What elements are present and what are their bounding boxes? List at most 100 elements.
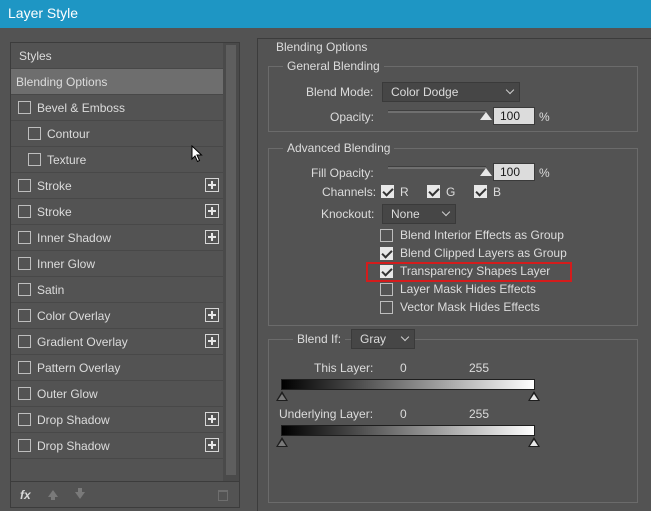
styles-list: Styles Blending Options Bevel & Emboss Con… bbox=[11, 43, 223, 481]
move-up-icon[interactable] bbox=[48, 490, 58, 500]
style-item-checkbox[interactable] bbox=[18, 439, 31, 452]
style-item-label: Inner Shadow bbox=[37, 231, 112, 245]
fill-opacity-unit: % bbox=[539, 166, 550, 180]
style-item-gradient-overlay[interactable]: Gradient Overlay bbox=[11, 329, 223, 355]
styles-toolbar: fx bbox=[11, 481, 239, 507]
fill-opacity-input[interactable]: 100 bbox=[493, 163, 535, 181]
add-effect-icon[interactable] bbox=[205, 412, 219, 426]
style-item-label: Contour bbox=[47, 127, 90, 141]
underlying-layer-max: 255 bbox=[469, 407, 490, 421]
style-item-checkbox[interactable] bbox=[18, 101, 31, 114]
fill-opacity-slider-track[interactable] bbox=[388, 166, 486, 169]
underlying-layer-white-slider[interactable] bbox=[528, 437, 540, 447]
style-item-label: Drop Shadow bbox=[37, 439, 110, 453]
style-item-drop-shadow[interactable]: Drop Shadow bbox=[11, 407, 223, 433]
trash-icon[interactable] bbox=[218, 490, 228, 501]
fill-opacity-slider-thumb[interactable] bbox=[480, 168, 492, 176]
blend-if-value: Gray bbox=[360, 332, 387, 346]
mouse-cursor-icon bbox=[191, 145, 203, 163]
style-item-checkbox[interactable] bbox=[18, 231, 31, 244]
style-item-checkbox[interactable] bbox=[18, 361, 31, 374]
option-blend-interior-effects-as-group-checkbox[interactable] bbox=[380, 229, 393, 242]
style-item-outer-glow[interactable]: Outer Glow bbox=[11, 381, 223, 407]
style-item-label: Outer Glow bbox=[37, 387, 98, 401]
style-item-stroke[interactable]: Stroke bbox=[11, 199, 223, 225]
option-vector-mask-hides-effects-checkbox[interactable] bbox=[380, 301, 393, 314]
style-item-blending-options[interactable]: Blending Options bbox=[11, 69, 223, 95]
this-layer-min: 0 bbox=[400, 361, 407, 375]
blend-if-select[interactable]: Gray bbox=[351, 329, 415, 349]
blend-mode-select[interactable]: Color Dodge bbox=[382, 82, 520, 102]
style-item-inner-glow[interactable]: Inner Glow bbox=[11, 251, 223, 277]
style-item-label: Bevel & Emboss bbox=[37, 101, 126, 115]
opacity-slider-track[interactable] bbox=[388, 110, 486, 113]
styles-header-label: Styles bbox=[19, 49, 52, 63]
opacity-input[interactable]: 100 bbox=[493, 107, 535, 125]
channel-r-label: R bbox=[400, 185, 409, 199]
blend-mode-label: Blend Mode: bbox=[306, 85, 374, 99]
this-layer-white-slider[interactable] bbox=[528, 391, 540, 401]
styles-scrollbar[interactable] bbox=[223, 43, 239, 481]
style-item-checkbox[interactable] bbox=[18, 283, 31, 296]
opacity-slider-thumb[interactable] bbox=[480, 112, 492, 120]
chevron-down-icon bbox=[400, 332, 410, 342]
style-item-bevel-and-emboss[interactable]: Bevel & Emboss bbox=[11, 95, 223, 121]
style-item-checkbox[interactable] bbox=[18, 205, 31, 218]
style-item-contour[interactable]: Contour bbox=[11, 121, 223, 147]
style-item-checkbox[interactable] bbox=[18, 257, 31, 270]
style-item-checkbox[interactable] bbox=[28, 153, 41, 166]
style-item-label: Stroke bbox=[37, 205, 72, 219]
this-layer-black-slider[interactable] bbox=[276, 391, 288, 401]
style-item-pattern-overlay[interactable]: Pattern Overlay bbox=[11, 355, 223, 381]
style-item-inner-shadow[interactable]: Inner Shadow bbox=[11, 225, 223, 251]
style-item-label: Texture bbox=[47, 153, 87, 167]
style-item-label: Blending Options bbox=[16, 75, 108, 89]
knockout-select[interactable]: None bbox=[382, 204, 456, 224]
add-effect-icon[interactable] bbox=[205, 178, 219, 192]
highlight-annotation bbox=[366, 262, 572, 282]
style-item-satin[interactable]: Satin bbox=[11, 277, 223, 303]
knockout-value: None bbox=[391, 207, 420, 221]
style-item-label: Pattern Overlay bbox=[37, 361, 121, 375]
opacity-value: 100 bbox=[500, 109, 521, 123]
underlying-layer-black-slider[interactable] bbox=[276, 437, 288, 447]
channel-g-label: G bbox=[446, 185, 456, 199]
style-item-checkbox[interactable] bbox=[18, 179, 31, 192]
option-layer-mask-hides-effects-checkbox[interactable] bbox=[380, 283, 393, 296]
opacity-label: Opacity: bbox=[330, 110, 375, 124]
add-effect-icon[interactable] bbox=[205, 438, 219, 452]
underlying-layer-gradient bbox=[281, 425, 535, 436]
add-effect-icon[interactable] bbox=[205, 230, 219, 244]
style-item-checkbox[interactable] bbox=[28, 127, 41, 140]
add-effect-icon[interactable] bbox=[205, 308, 219, 322]
style-item-checkbox[interactable] bbox=[18, 387, 31, 400]
this-layer-label: This Layer: bbox=[314, 361, 374, 375]
option-layer-mask-hides-effects-label: Layer Mask Hides Effects bbox=[400, 282, 536, 296]
styles-header[interactable]: Styles bbox=[11, 43, 223, 69]
option-blend-clipped-layers-as-group-checkbox[interactable] bbox=[380, 247, 393, 260]
channel-b-checkbox[interactable] bbox=[474, 185, 487, 198]
add-effect-icon[interactable] bbox=[205, 334, 219, 348]
style-item-checkbox[interactable] bbox=[18, 309, 31, 322]
channel-r-checkbox[interactable] bbox=[381, 185, 394, 198]
style-item-color-overlay[interactable]: Color Overlay bbox=[11, 303, 223, 329]
underlying-layer-min: 0 bbox=[400, 407, 407, 421]
styles-panel: Styles Blending Options Bevel & Emboss Con… bbox=[10, 42, 240, 508]
blend-mode-value: Color Dodge bbox=[391, 85, 459, 99]
fx-menu-button[interactable]: fx bbox=[20, 488, 31, 502]
scrollbar-thumb[interactable] bbox=[226, 45, 236, 475]
channel-g-checkbox[interactable] bbox=[427, 185, 440, 198]
style-item-label: Color Overlay bbox=[37, 309, 111, 323]
move-down-icon[interactable] bbox=[75, 488, 85, 499]
style-item-drop-shadow[interactable]: Drop Shadow bbox=[11, 433, 223, 459]
general-blending-title: General Blending bbox=[283, 59, 384, 73]
knockout-label: Knockout: bbox=[321, 207, 375, 221]
style-item-checkbox[interactable] bbox=[18, 413, 31, 426]
style-item-checkbox[interactable] bbox=[18, 335, 31, 348]
option-blend-interior-effects-as-group-label: Blend Interior Effects as Group bbox=[400, 228, 564, 242]
style-item-label: Drop Shadow bbox=[37, 413, 110, 427]
opacity-unit: % bbox=[539, 110, 550, 124]
add-effect-icon[interactable] bbox=[205, 204, 219, 218]
style-item-stroke[interactable]: Stroke bbox=[11, 173, 223, 199]
fill-opacity-value: 100 bbox=[500, 165, 521, 179]
